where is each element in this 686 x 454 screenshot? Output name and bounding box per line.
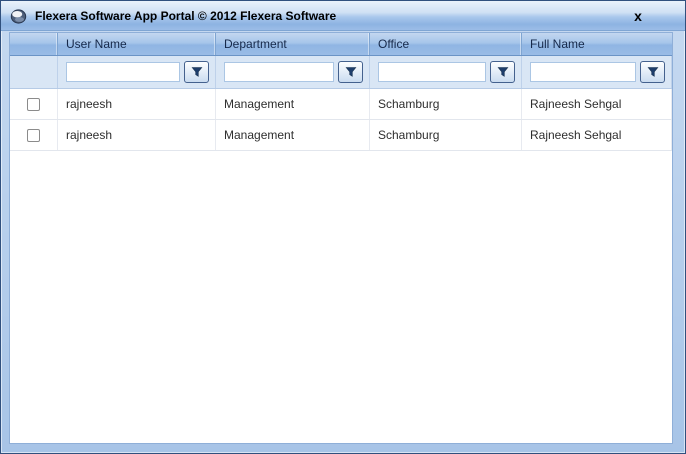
filter-cell-office	[370, 56, 522, 88]
office-filter-button[interactable]	[490, 61, 515, 83]
department-filter-button[interactable]	[338, 61, 363, 83]
filter-cell-blank	[10, 56, 58, 88]
header-cell-office[interactable]: Office	[370, 33, 522, 55]
funnel-icon	[647, 66, 659, 78]
user-name-filter-input[interactable]	[66, 62, 180, 82]
table-filter-row	[10, 56, 672, 89]
full-name-filter-button[interactable]	[640, 61, 665, 83]
window-title: Flexera Software App Portal © 2012 Flexe…	[35, 9, 627, 23]
dialog-window: Flexera Software App Portal © 2012 Flexe…	[0, 0, 686, 454]
row-checkbox[interactable]	[27, 129, 40, 142]
empty-table-area	[10, 151, 672, 443]
header-cell-select	[10, 33, 58, 55]
funnel-icon	[345, 66, 357, 78]
department-filter-input[interactable]	[224, 62, 334, 82]
table-row: rajneesh Management Schamburg Rajneesh S…	[10, 120, 672, 151]
header-cell-department[interactable]: Department	[216, 33, 370, 55]
funnel-icon	[497, 66, 509, 78]
table-header-row: User Name Department Office Full Name	[10, 33, 672, 56]
table-row: rajneesh Management Schamburg Rajneesh S…	[10, 89, 672, 120]
cell-department: Management	[216, 120, 370, 150]
filter-cell-user-name	[58, 56, 216, 88]
row-checkbox[interactable]	[27, 98, 40, 111]
cell-full-name: Rajneesh Sehgal	[522, 89, 672, 119]
user-picker-panel: User Name Department Office Full Name	[9, 32, 673, 444]
cell-full-name: Rajneesh Sehgal	[522, 120, 672, 150]
cell-office: Schamburg	[370, 120, 522, 150]
cell-user-name: rajneesh	[58, 120, 216, 150]
header-cell-user-name[interactable]: User Name	[58, 33, 216, 55]
window-titlebar[interactable]: Flexera Software App Portal © 2012 Flexe…	[1, 1, 685, 31]
filter-cell-full-name	[522, 56, 672, 88]
header-cell-full-name[interactable]: Full Name	[522, 33, 672, 55]
cell-office: Schamburg	[370, 89, 522, 119]
office-filter-input[interactable]	[378, 62, 486, 82]
app-portal-icon	[10, 8, 27, 24]
row-select-cell	[10, 120, 58, 150]
filter-cell-department	[216, 56, 370, 88]
user-name-filter-button[interactable]	[184, 61, 209, 83]
cell-department: Management	[216, 89, 370, 119]
funnel-icon	[191, 66, 203, 78]
row-select-cell	[10, 89, 58, 119]
close-button[interactable]: x	[627, 6, 649, 26]
full-name-filter-input[interactable]	[530, 62, 636, 82]
cell-user-name: rajneesh	[58, 89, 216, 119]
